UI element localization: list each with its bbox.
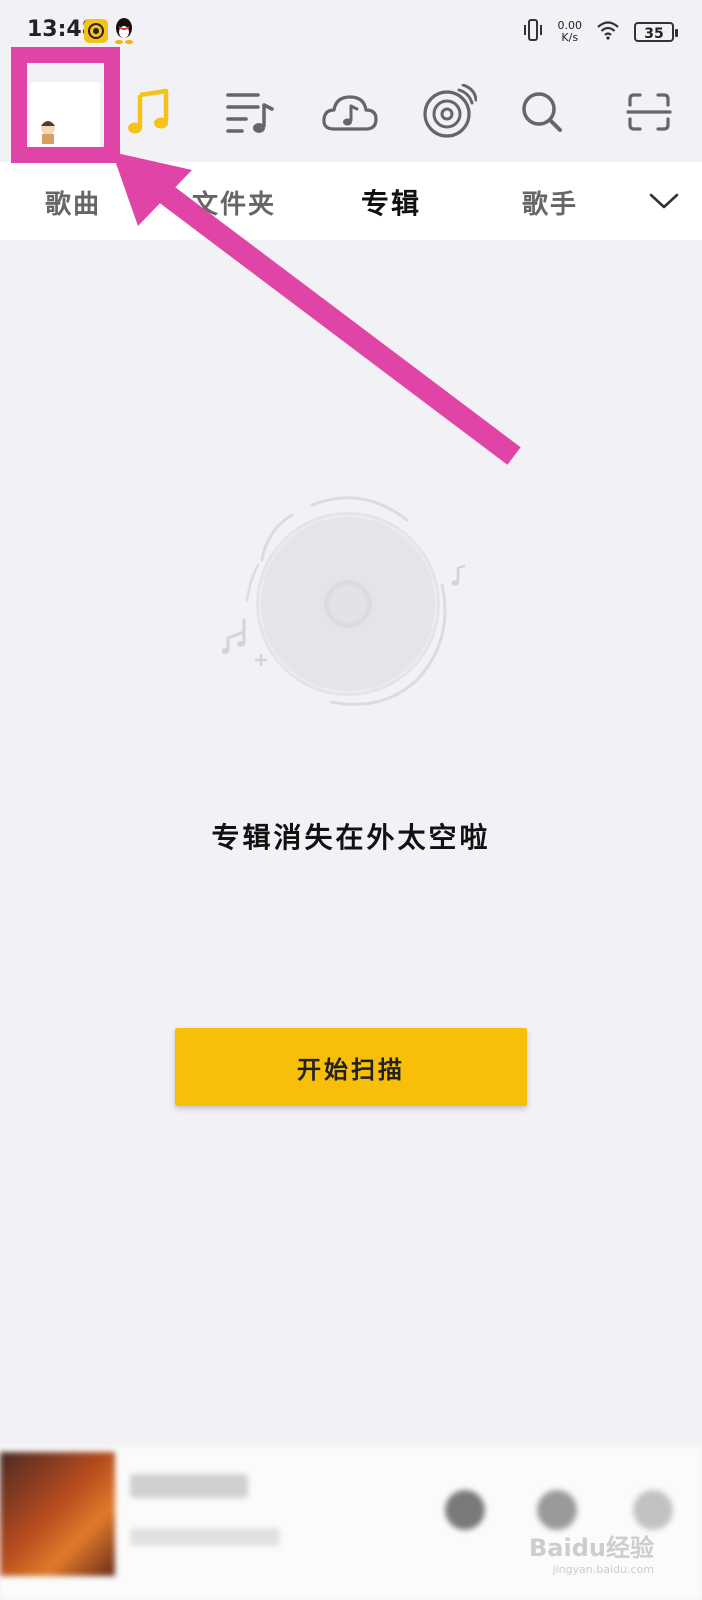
nav-search[interactable] [510, 84, 574, 144]
qq-notification-icon [112, 17, 136, 45]
vibrate-icon [522, 18, 544, 46]
nav-scan[interactable] [617, 84, 681, 144]
music-note-icon [126, 87, 174, 141]
radio-disc-icon [421, 83, 478, 144]
start-scan-button[interactable]: 开始扫描 [175, 1028, 527, 1106]
tab-folders[interactable]: 文件夹 [192, 184, 276, 221]
watermark-domain: jingyan.baidu.com [552, 1563, 654, 1576]
nav-radio[interactable] [417, 83, 481, 144]
cloud-music-icon [320, 89, 380, 139]
scan-icon [626, 91, 672, 137]
tab-songs[interactable]: 歌曲 [45, 184, 101, 221]
status-bar: 13:48 0.00 K/s 35 [0, 0, 702, 62]
chevron-down-icon[interactable] [648, 188, 680, 212]
status-indicators: 0.00 K/s 35 [522, 18, 678, 46]
mini-player[interactable] [0, 1446, 702, 1600]
watermark: Baidu经验 jingyan.baidu.com [529, 1528, 654, 1576]
music-app-notification-icon [84, 19, 108, 43]
nav-playlist[interactable] [218, 84, 282, 144]
watermark-brand: Baidu经验 [529, 1534, 654, 1562]
tab-albums[interactable]: 专辑 [361, 182, 421, 222]
battery-indicator: 35 [634, 22, 678, 42]
annotation-overlay [11, 47, 521, 465]
mini-player-subtitle-placeholder [130, 1528, 280, 1546]
empty-state-message: 专辑消失在外太空啦 [211, 821, 491, 854]
empty-disc-illustration [221, 490, 482, 720]
play-pause-button[interactable] [445, 1490, 485, 1530]
tab-artists[interactable]: 歌手 [522, 184, 578, 221]
playlist-button[interactable] [633, 1490, 673, 1530]
net-speed: 0.00 K/s [558, 20, 583, 44]
wifi-icon [596, 20, 620, 44]
playlist-icon [224, 89, 276, 139]
avatar[interactable] [30, 82, 100, 152]
next-button[interactable] [537, 1490, 577, 1530]
net-speed-unit: K/s [561, 31, 579, 44]
search-icon [520, 90, 564, 138]
nav-cloud-music[interactable] [318, 84, 382, 144]
mini-player-title-placeholder [130, 1474, 248, 1498]
album-cover[interactable] [0, 1452, 115, 1576]
nav-local-music[interactable] [118, 84, 182, 144]
top-nav [0, 62, 702, 162]
category-tabs: 歌曲 文件夹 专辑 歌手 [0, 162, 702, 240]
